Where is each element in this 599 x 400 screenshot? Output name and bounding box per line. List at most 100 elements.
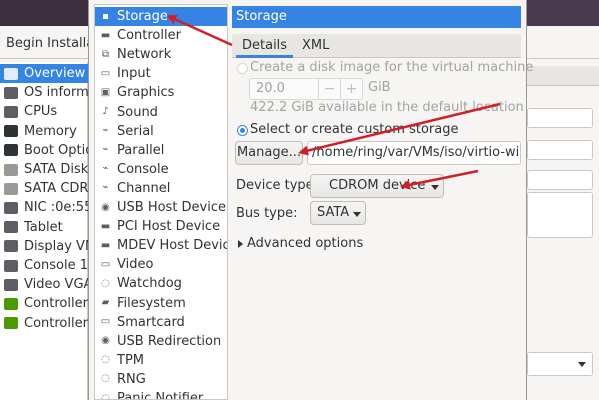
- device-item[interactable]: ◌ Watchdog: [95, 274, 227, 293]
- device-type-dropdown[interactable]: CDROM device: [310, 174, 444, 198]
- disk-size-spinner[interactable]: 20.0 − +: [249, 78, 363, 100]
- background-sidebar-item: Controller U: [0, 294, 88, 313]
- device-item-label: Network: [117, 47, 172, 63]
- device-item[interactable]: ◌ Panic Notifier: [95, 389, 227, 400]
- advanced-options-label: Advanced options: [247, 236, 364, 251]
- device-item-label: TPM: [117, 352, 144, 368]
- device-item[interactable]: ◉ USB Redirection: [95, 332, 227, 351]
- memory-icon: [4, 125, 18, 138]
- background-sidebar-label: Video VGA: [24, 277, 88, 293]
- device-item[interactable]: ▰ Filesystem: [95, 294, 227, 313]
- watchdog-icon: ◌: [101, 277, 110, 289]
- device-item[interactable]: ◌ TPM: [95, 351, 227, 370]
- device-item-label: USB Redirection: [117, 333, 222, 349]
- console-icon: [4, 259, 18, 272]
- chevron-down-icon: [353, 212, 361, 217]
- device-item[interactable]: ◉ USB Host Device: [95, 198, 227, 217]
- device-item-label: USB Host Device: [117, 200, 227, 215]
- device-item[interactable]: ⌁ Console: [95, 160, 227, 179]
- background-window-title: Begin Installat: [6, 36, 100, 51]
- pci-icon: ▬: [100, 220, 111, 232]
- device-item[interactable]: ▭ Input: [95, 64, 227, 83]
- tpm-icon: ◌: [101, 354, 110, 366]
- device-item-label: Console: [117, 161, 169, 177]
- create-disk-radio[interactable]: [237, 63, 248, 74]
- device-item[interactable]: ◌ RNG: [95, 370, 227, 389]
- background-sidebar-label: Tablet: [24, 219, 63, 235]
- controller-icon: [4, 297, 18, 310]
- background-sidebar-label: SATA CDRO: [24, 181, 88, 197]
- background-textarea: [527, 192, 593, 238]
- device-item[interactable]: ⧉ Network: [95, 45, 227, 64]
- increment-button[interactable]: +: [340, 79, 362, 99]
- controller-icon: ▬: [100, 29, 111, 41]
- device-item[interactable]: ▬ PCI Host Device: [95, 217, 227, 236]
- device-item[interactable]: ▪ Storage: [95, 7, 227, 26]
- device-item[interactable]: ⌁ Serial: [95, 122, 227, 141]
- background-right-tab: [527, 66, 599, 86]
- video-icon: [4, 278, 18, 291]
- background-sidebar-label: SATA Disk 1: [24, 162, 88, 177]
- device-item[interactable]: ⌁ Parallel: [95, 141, 227, 160]
- overview-icon: [4, 67, 18, 80]
- background-sidebar-item: SATA Disk 1: [0, 160, 88, 179]
- background-sidebar-label: CPUs: [24, 104, 58, 120]
- device-item-label: Sound: [117, 104, 158, 120]
- filesystem-icon: ▰: [101, 297, 110, 308]
- manage-button[interactable]: Manage...: [235, 141, 303, 165]
- display-icon: [4, 240, 18, 253]
- device-type-list[interactable]: ▪ Storage ▬ Controller ⧉ Network ▭ Input ▣ Graphi…: [94, 4, 228, 400]
- device-type-value: CDROM device: [329, 178, 426, 193]
- usb-redirection-icon: ◉: [101, 335, 110, 347]
- device-item-label: Video: [117, 257, 154, 273]
- sound-icon: ♪: [102, 106, 109, 117]
- custom-storage-radio[interactable]: [237, 125, 248, 136]
- storage-path-input[interactable]: /home/ring/var/VMs/iso/virtio-win.iso: [307, 141, 521, 165]
- tab-xml[interactable]: XML: [296, 34, 335, 58]
- input-icon: ▭: [100, 67, 111, 79]
- parallel-icon: ⌁: [102, 144, 109, 156]
- desktop-top-bar-right: [520, 0, 599, 26]
- chevron-down-icon: [431, 185, 439, 190]
- device-item-label: MDEV Host Device: [117, 238, 228, 254]
- controller-icon: [4, 317, 18, 330]
- disk-size-unit: GiB: [368, 80, 391, 95]
- background-sidebar-label: Display VNC: [24, 238, 88, 254]
- device-item[interactable]: ♪ Sound: [95, 103, 227, 122]
- channel-icon: ⌁: [102, 182, 109, 194]
- background-sidebar-item: Memory: [0, 122, 88, 141]
- boot-icon: [4, 144, 18, 157]
- background-sidebar-item: SATA CDRO: [0, 179, 88, 198]
- device-item[interactable]: ▭ Video: [95, 255, 227, 274]
- device-item[interactable]: ▣ Graphics: [95, 83, 227, 102]
- tab-bar: Details XML: [232, 34, 521, 58]
- device-item[interactable]: ▬ Controller: [95, 26, 227, 45]
- device-item[interactable]: ⌁ Channel: [95, 179, 227, 198]
- decrement-button[interactable]: −: [318, 79, 340, 99]
- bus-type-dropdown[interactable]: SATA: [310, 201, 366, 225]
- background-sidebar-label: Console 1: [24, 258, 88, 273]
- device-item[interactable]: ▭ Smartcard: [95, 313, 227, 332]
- background-sidebar-item: OS informat: [0, 83, 88, 102]
- chevron-right-icon: [238, 239, 243, 248]
- background-sidebar-item: Display VNC: [0, 237, 88, 256]
- panic-icon: ◌: [101, 392, 110, 400]
- device-item-label: Storage: [117, 9, 168, 24]
- device-item-label: PCI Host Device: [117, 219, 221, 235]
- device-item-label: Serial: [117, 123, 154, 139]
- tab-details[interactable]: Details: [236, 34, 294, 58]
- background-sidebar-label: Overview: [24, 66, 86, 81]
- background-sidebar-item: CPUs: [0, 102, 88, 121]
- graphics-icon: ▣: [100, 86, 111, 98]
- disk-size-value: 20.0: [256, 81, 285, 96]
- background-hardware-list: Overview OS informat CPUs Memory Boot Option…: [0, 62, 88, 400]
- background-sidebar-label: Memory: [24, 123, 77, 139]
- advanced-options-expander[interactable]: Advanced options: [238, 236, 363, 251]
- disk-icon: [4, 163, 18, 176]
- background-sidebar-label: OS informat: [24, 85, 88, 101]
- os-icon: [4, 86, 18, 99]
- background-sidebar-label: Controller U: [24, 296, 88, 312]
- device-item-label: Controller: [117, 28, 181, 44]
- background-combo: [527, 352, 593, 376]
- device-item[interactable]: ▬ MDEV Host Device: [95, 236, 228, 255]
